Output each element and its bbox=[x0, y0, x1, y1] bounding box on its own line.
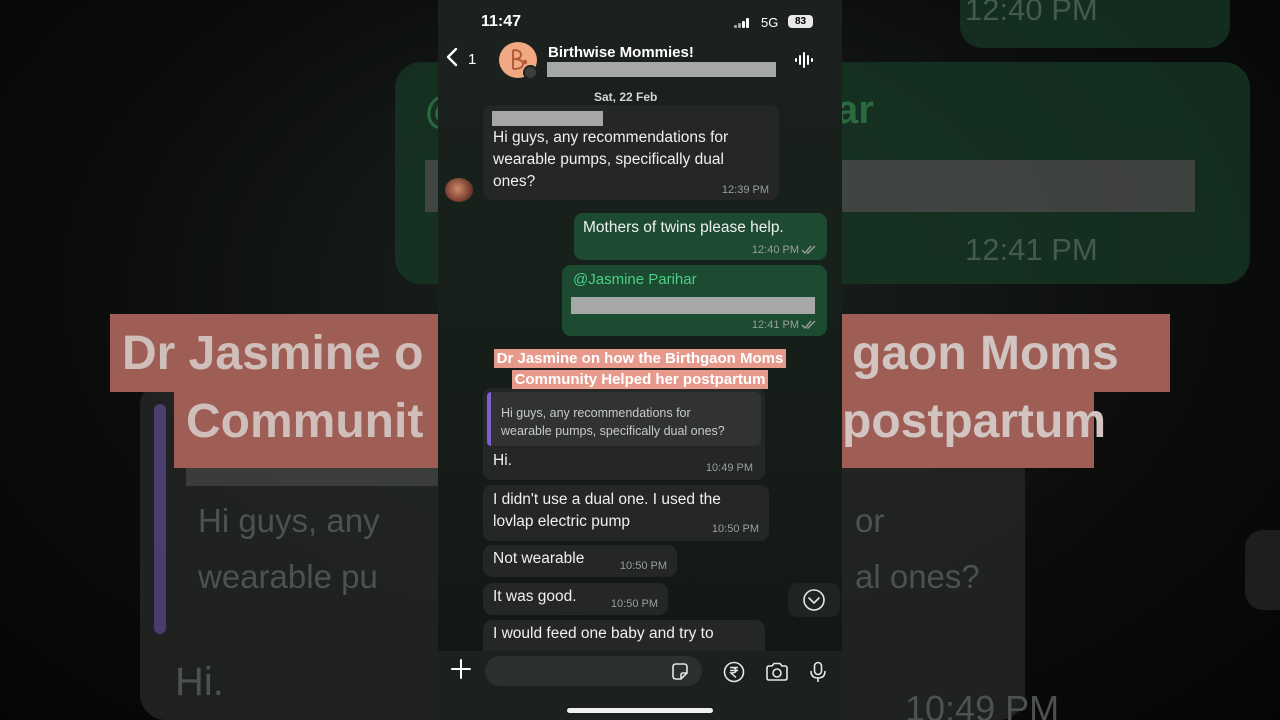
message-text: I would feed one baby and try to bbox=[493, 625, 714, 642]
video-caption: Dr Jasmine on how the Birthgaon Moms Com… bbox=[473, 348, 807, 390]
microphone-icon bbox=[810, 661, 826, 682]
camera-button[interactable] bbox=[764, 661, 790, 688]
bg-text: 10:49 PM bbox=[905, 688, 1060, 720]
group-avatar[interactable] bbox=[499, 42, 538, 80]
message-composer bbox=[438, 651, 842, 720]
message-bubble[interactable]: Hi guys, any recommendations for wearabl… bbox=[483, 105, 779, 200]
message-time: 12:41 PM bbox=[751, 319, 799, 331]
bg-text: al ones? bbox=[855, 558, 980, 595]
bg-text: Hi. bbox=[175, 660, 224, 704]
message-text: Hi. bbox=[493, 452, 512, 469]
home-indicator[interactable] bbox=[567, 708, 713, 713]
bg-caption-text: gaon Moms bbox=[852, 327, 1119, 380]
mention-link[interactable]: @Jasmine Parihar bbox=[573, 271, 697, 288]
message-bubble[interactable]: @Jasmine Parihar 12:41 PM bbox=[562, 265, 827, 336]
quote-bar bbox=[487, 392, 491, 446]
chat-header: 1 Birthwise Mommies! bbox=[438, 38, 842, 82]
message-bubble[interactable]: Hi guys, any recommendations for wearabl… bbox=[483, 388, 765, 480]
attach-button[interactable] bbox=[450, 657, 472, 685]
unread-count[interactable]: 1 bbox=[468, 51, 476, 68]
quoted-text: Hi guys, any recommendations for wearabl… bbox=[501, 406, 725, 438]
sticker-button[interactable] bbox=[669, 661, 691, 688]
bg-caption-text: Dr Jasmine o bbox=[122, 327, 424, 380]
back-button[interactable] bbox=[444, 46, 460, 73]
message-bubble[interactable]: Mothers of twins please help. 12:40 PM bbox=[574, 213, 827, 260]
signal-icon bbox=[734, 18, 754, 28]
message-redacted bbox=[571, 297, 815, 314]
bg-text: Hi guys, any bbox=[198, 502, 380, 539]
message-time: 12:40 PM bbox=[751, 244, 799, 256]
chevron-down-icon bbox=[803, 589, 825, 611]
message-time: 10:50 PM bbox=[711, 523, 759, 535]
payment-button[interactable] bbox=[723, 661, 745, 688]
bg-text: 12:40 PM bbox=[965, 0, 1098, 27]
caption-text: Dr Jasmine on how the Birthgaon Moms Com… bbox=[493, 349, 787, 389]
bg-text: wearable pu bbox=[198, 558, 378, 595]
bg-scroll-button bbox=[1245, 530, 1280, 610]
message-time: 10:50 PM bbox=[610, 598, 658, 610]
sticker-icon bbox=[672, 663, 688, 680]
status-time: 11:47 bbox=[481, 13, 522, 30]
group-name[interactable]: Birthwise Mommies! bbox=[548, 44, 694, 61]
message-text: Not wearable bbox=[493, 550, 585, 567]
bg-caption-text: Communit bbox=[186, 395, 424, 448]
back-chevron-icon bbox=[446, 47, 458, 67]
double-check-icon bbox=[801, 245, 816, 255]
battery-icon: 83 bbox=[788, 15, 813, 28]
sender-name-redacted bbox=[492, 111, 603, 126]
message-time: 10:50 PM bbox=[619, 560, 667, 572]
voice-wave-icon bbox=[795, 52, 813, 68]
message-text: Hi guys, any recommendations for wearabl… bbox=[493, 129, 729, 190]
message-text: Mothers of twins please help. bbox=[583, 219, 784, 236]
voice-message-button[interactable] bbox=[808, 661, 828, 688]
double-check-icon bbox=[801, 320, 816, 330]
message-bubble[interactable]: Not wearable 10:50 PM bbox=[483, 545, 677, 577]
bg-text: or bbox=[855, 502, 885, 539]
bg-text: 12:41 PM bbox=[965, 232, 1098, 267]
camera-icon bbox=[766, 662, 788, 681]
message-text: It was good. bbox=[493, 588, 577, 605]
plus-icon bbox=[451, 659, 471, 679]
sender-avatar[interactable] bbox=[445, 178, 473, 202]
network-type: 5G bbox=[761, 15, 779, 30]
phone-screen: 11:47 5G 83 1 Birthwise Mommies! Sat, 22… bbox=[438, 0, 842, 720]
quoted-message[interactable]: Hi guys, any recommendations for wearabl… bbox=[487, 392, 761, 446]
message-time: 12:39 PM bbox=[721, 184, 769, 196]
scroll-to-bottom-button[interactable] bbox=[788, 583, 840, 617]
message-bubble[interactable]: I didn't use a dual one. I used the lovl… bbox=[483, 485, 769, 541]
message-time: 10:49 PM bbox=[705, 462, 753, 474]
group-members-redacted bbox=[547, 62, 776, 77]
rupee-icon bbox=[723, 661, 745, 683]
community-badge-icon bbox=[523, 65, 538, 80]
date-chip: Sat, 22 Feb bbox=[594, 90, 658, 104]
message-bubble[interactable]: It was good. 10:50 PM bbox=[483, 583, 668, 615]
bg-quote-bar bbox=[154, 404, 166, 634]
bg-caption-text: postpartum bbox=[842, 395, 1106, 448]
voice-chat-button[interactable] bbox=[794, 51, 816, 74]
message-text: I didn't use a dual one. I used the lovl… bbox=[493, 491, 721, 530]
